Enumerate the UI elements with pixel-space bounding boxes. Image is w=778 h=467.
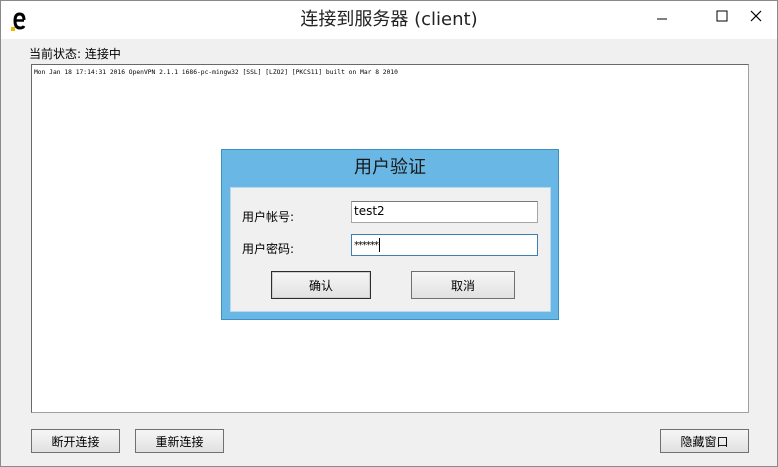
close-icon bbox=[750, 10, 762, 21]
username-label: 用户帐号: bbox=[242, 210, 295, 224]
dialog-body: 用户帐号: test2 用户密码: ****** 确认 取消 bbox=[230, 187, 551, 312]
main-window: 连接到服务器 (client) 当前状态: 连接中 Mon Jan 18 17:… bbox=[0, 0, 778, 467]
connection-status: 当前状态: 连接中 bbox=[29, 47, 121, 61]
text-caret bbox=[379, 237, 380, 252]
minimize-icon bbox=[657, 18, 667, 19]
auth-dialog: 用户验证 用户帐号: test2 用户密码: ****** 确认 取消 bbox=[221, 149, 559, 320]
reconnect-button[interactable]: 重新连接 bbox=[135, 429, 224, 453]
password-label: 用户密码: bbox=[242, 242, 295, 256]
cancel-button[interactable]: 取消 bbox=[411, 271, 515, 299]
username-field[interactable]: test2 bbox=[351, 201, 538, 223]
confirm-button[interactable]: 确认 bbox=[271, 271, 371, 299]
maximize-button[interactable] bbox=[707, 1, 737, 30]
minimize-button[interactable] bbox=[647, 1, 677, 30]
maximize-icon bbox=[716, 10, 728, 21]
disconnect-button[interactable]: 断开连接 bbox=[31, 429, 120, 453]
close-button[interactable] bbox=[738, 1, 774, 30]
hide-window-button[interactable]: 隐藏窗口 bbox=[660, 429, 749, 453]
log-line: Mon Jan 18 17:14:31 2016 OpenVPN 2.1.1 i… bbox=[34, 69, 398, 76]
password-value: ****** bbox=[354, 240, 379, 251]
title-bar[interactable]: 连接到服务器 (client) bbox=[1, 1, 777, 39]
dialog-title: 用户验证 bbox=[354, 157, 426, 178]
password-field[interactable]: ****** bbox=[351, 234, 538, 256]
username-value: test2 bbox=[354, 204, 385, 218]
